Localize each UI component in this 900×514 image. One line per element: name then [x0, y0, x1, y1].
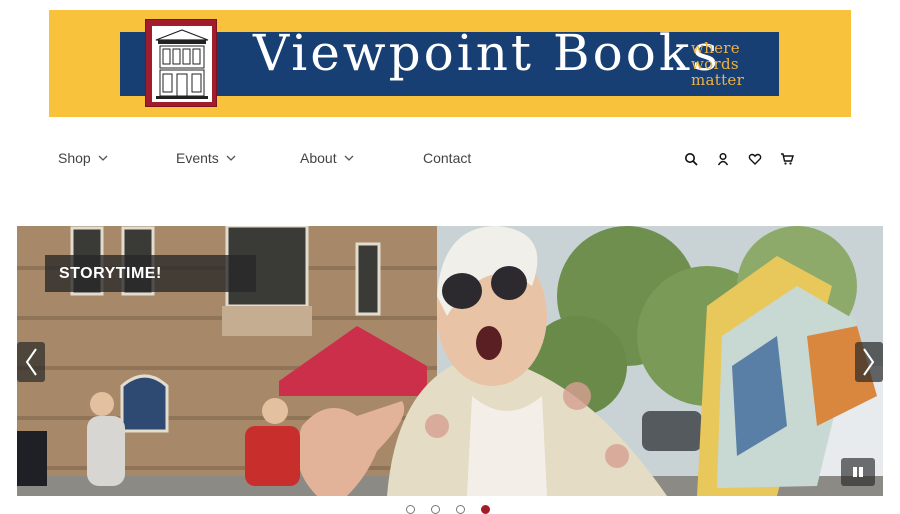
nav-icon-group: [682, 150, 796, 168]
tagline-line: words: [691, 55, 739, 73]
carousel-indicators: [406, 505, 490, 514]
nav-item-shop[interactable]: Shop: [58, 150, 109, 166]
cart-icon[interactable]: [778, 150, 796, 168]
search-icon[interactable]: [682, 150, 700, 168]
nav-item-about[interactable]: About: [300, 150, 355, 166]
carousel-dot[interactable]: [481, 505, 490, 514]
carousel-dot[interactable]: [406, 505, 415, 514]
chevron-right-icon: [863, 348, 875, 376]
chevron-down-icon: [344, 155, 354, 161]
tagline-line: matter: [691, 71, 745, 89]
next-slide-button[interactable]: [855, 342, 883, 382]
main-nav: Shop Events About Contact: [0, 140, 900, 180]
nav-item-label: About: [300, 150, 337, 166]
tagline: where words matter: [691, 40, 744, 88]
tagline-line: where: [691, 39, 740, 57]
brand-name[interactable]: Viewpoint Books: [253, 28, 721, 78]
chevron-left-icon: [25, 348, 37, 376]
nav-item-label: Contact: [423, 150, 472, 166]
carousel-dot[interactable]: [456, 505, 465, 514]
nav-item-contact[interactable]: Contact: [423, 150, 471, 166]
nav-item-label: Events: [176, 150, 219, 166]
prev-slide-button[interactable]: [17, 342, 45, 382]
pause-icon: [853, 467, 863, 477]
chevron-down-icon: [98, 155, 108, 161]
wishlist-heart-icon[interactable]: [746, 150, 764, 168]
site-banner[interactable]: Viewpoint Books where words matter: [49, 10, 851, 117]
slide-caption-text: STORYTIME!: [59, 264, 162, 282]
storefront-logo-icon[interactable]: [145, 19, 217, 107]
carousel-dot[interactable]: [431, 505, 440, 514]
pause-slideshow-button[interactable]: [841, 458, 875, 486]
slide-caption: STORYTIME!: [45, 255, 256, 292]
nav-item-label: Shop: [58, 150, 91, 166]
account-icon[interactable]: [714, 150, 732, 168]
hero-slideshow[interactable]: STORYTIME!: [17, 226, 883, 496]
chevron-down-icon: [226, 155, 236, 161]
nav-item-events[interactable]: Events: [176, 150, 237, 166]
